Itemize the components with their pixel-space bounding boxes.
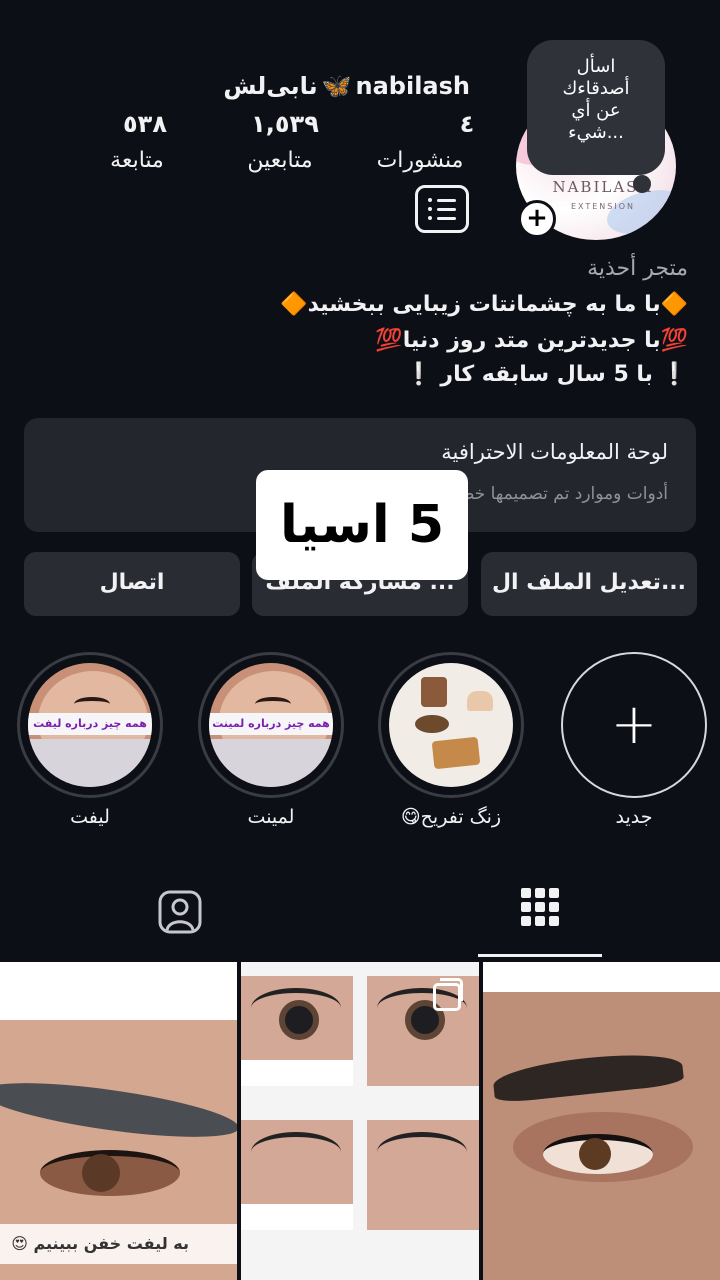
contact-button[interactable]: اتصال: [24, 552, 240, 616]
highlight-new[interactable]: + جديد: [561, 652, 707, 828]
following-label[interactable]: متابعة: [96, 148, 178, 173]
highlight-cover-food: [389, 663, 513, 787]
tab-posts-grid[interactable]: [478, 882, 602, 956]
menu-icon[interactable]: [415, 185, 469, 233]
overlay-text-sticker: 5 اسيا: [256, 470, 468, 580]
highlight-cover-tag: همه چیز درباره لمینت: [209, 713, 333, 735]
highlight-laminate[interactable]: همه چیز درباره لمینت لمینت: [198, 652, 344, 828]
post-thumbnail[interactable]: به لیفت خفن ببینیم 😍: [0, 962, 237, 1280]
highlight-break-time[interactable]: زنگ تفریح😋: [378, 652, 524, 828]
highlight-lift[interactable]: همه چیز درباره لیفت لیفت: [17, 652, 163, 828]
bio-line-2: 💯با جدیدترین متد روز دنیا💯: [375, 328, 688, 353]
menu-icon-row: [428, 198, 456, 202]
posts-label[interactable]: منشورات: [365, 148, 475, 173]
post-thumbnail[interactable]: [483, 962, 720, 1280]
highlight-ring[interactable]: [378, 652, 524, 798]
following-count[interactable]: ٥٣٨: [115, 110, 175, 138]
edit-profile-button[interactable]: تعديل الملف ال...: [481, 552, 697, 616]
highlight-label: زنگ تفریح😋: [400, 806, 502, 828]
menu-icon-row: [428, 207, 456, 211]
highlight-ring[interactable]: همه چیز درباره لمینت: [198, 652, 344, 798]
tagged-person-icon[interactable]: [156, 888, 204, 936]
active-tab-indicator: [478, 954, 602, 957]
profile-username: نابی‌لش 🦋 nabilash: [223, 72, 470, 100]
followers-count[interactable]: ١,٥٣٩: [240, 110, 330, 138]
highlight-ring[interactable]: همه چیز درباره لیفت: [17, 652, 163, 798]
highlight-new-ring[interactable]: +: [561, 652, 707, 798]
note-bubble[interactable]: اسأل أصدقاءك عن أي شيء...: [527, 40, 665, 193]
highlight-label: جديد: [615, 806, 653, 828]
avatar-brand-subtext: EXTENSION: [570, 202, 636, 211]
post-caption-overlay: به لیفت خفن ببینیم 😍: [0, 1224, 237, 1264]
highlight-cover-lash-lift: همه چیز درباره لیفت: [28, 663, 152, 787]
carousel-icon: [433, 978, 463, 1011]
highlight-cover-tag: همه چیز درباره لیفت: [28, 713, 152, 735]
highlight-label: لمینت: [247, 806, 295, 828]
bio-line-3: ❕ با 5 سال سابقه کار ❕: [405, 362, 688, 387]
add-story-plus-icon[interactable]: +: [518, 200, 556, 238]
post-thumbnail[interactable]: [241, 962, 479, 1280]
dashboard-title: لوحة المعلومات الاحترافية: [441, 440, 668, 464]
username-text: nabilash: [355, 72, 470, 100]
plus-icon: +: [610, 692, 658, 757]
carousel-icon: [191, 978, 221, 1011]
posts-count[interactable]: ٤: [452, 110, 482, 138]
menu-icon-row: [428, 216, 456, 220]
display-name: نابی‌لش: [223, 72, 318, 100]
grid-icon: [521, 888, 559, 926]
followers-label[interactable]: متابعين: [230, 148, 330, 173]
highlight-label: لیفت: [70, 806, 110, 828]
bio-line-1: 🔶با ما به چشمانتات زیبایی ببخشید🔶: [280, 292, 688, 317]
highlight-cover-lash-laminate: همه چیز درباره لمینت: [209, 663, 333, 787]
profile-category: متجر أحذية: [587, 256, 688, 281]
butterfly-emoji: 🦋: [321, 72, 352, 100]
